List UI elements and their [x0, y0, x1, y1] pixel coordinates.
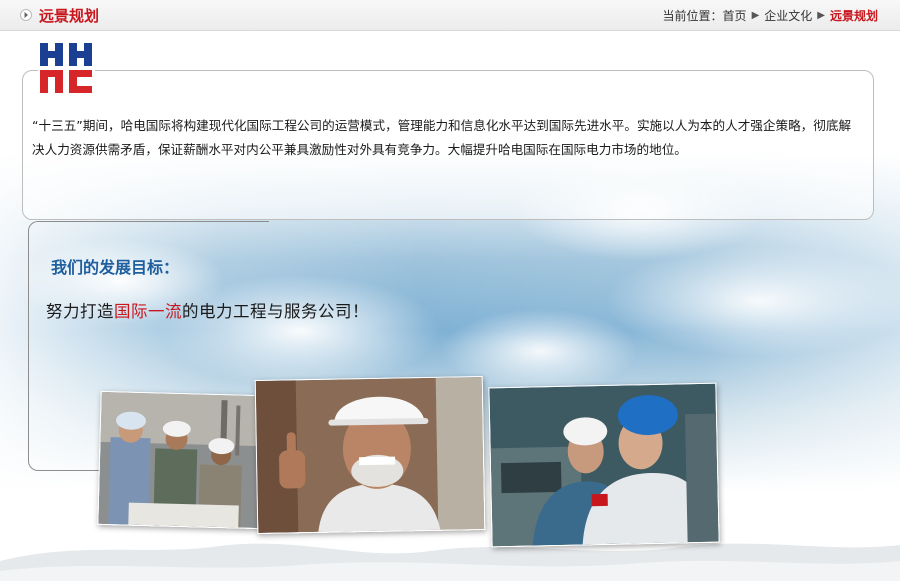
breadcrumb: 当前位置： 首页 ▶ 企业文化 ▶ 远景规划: [663, 7, 878, 24]
goal-text-before: 努力打造: [46, 302, 114, 321]
section-title: 远景规划: [39, 7, 100, 25]
goal-statement: 努力打造国际一流的电力工程与服务公司！: [46, 298, 369, 322]
goal-title: 我们的发展目标：: [51, 258, 180, 277]
breadcrumb-culture-link[interactable]: 企业文化: [764, 7, 812, 24]
breadcrumb-label: 当前位置：: [662, 9, 723, 23]
photo-engineers-control-room: [488, 382, 720, 548]
hec-logo: [38, 40, 95, 96]
goal-text-after: 的电力工程与服务公司！: [182, 302, 369, 321]
breadcrumb-current: 远景规划: [829, 9, 878, 23]
chevron-right-icon: ▶: [817, 10, 825, 21]
intro-paragraph: “十三五”期间，哈电国际将构建现代化国际工程公司的运营模式，管理能力和信息化水平…: [32, 118, 852, 157]
chevron-right-icon: ▶: [751, 10, 760, 21]
page-header: 远景规划 当前位置： 首页 ▶ 企业文化 ▶ 远景规划: [0, 0, 900, 31]
goal-text-highlight: 国际一流: [114, 302, 182, 321]
breadcrumb-home-link[interactable]: 首页: [723, 7, 747, 24]
photo-engineer-thumbs-up: [254, 376, 486, 534]
photo-engineers-site: [97, 390, 263, 530]
arrow-right-icon: [20, 9, 32, 21]
